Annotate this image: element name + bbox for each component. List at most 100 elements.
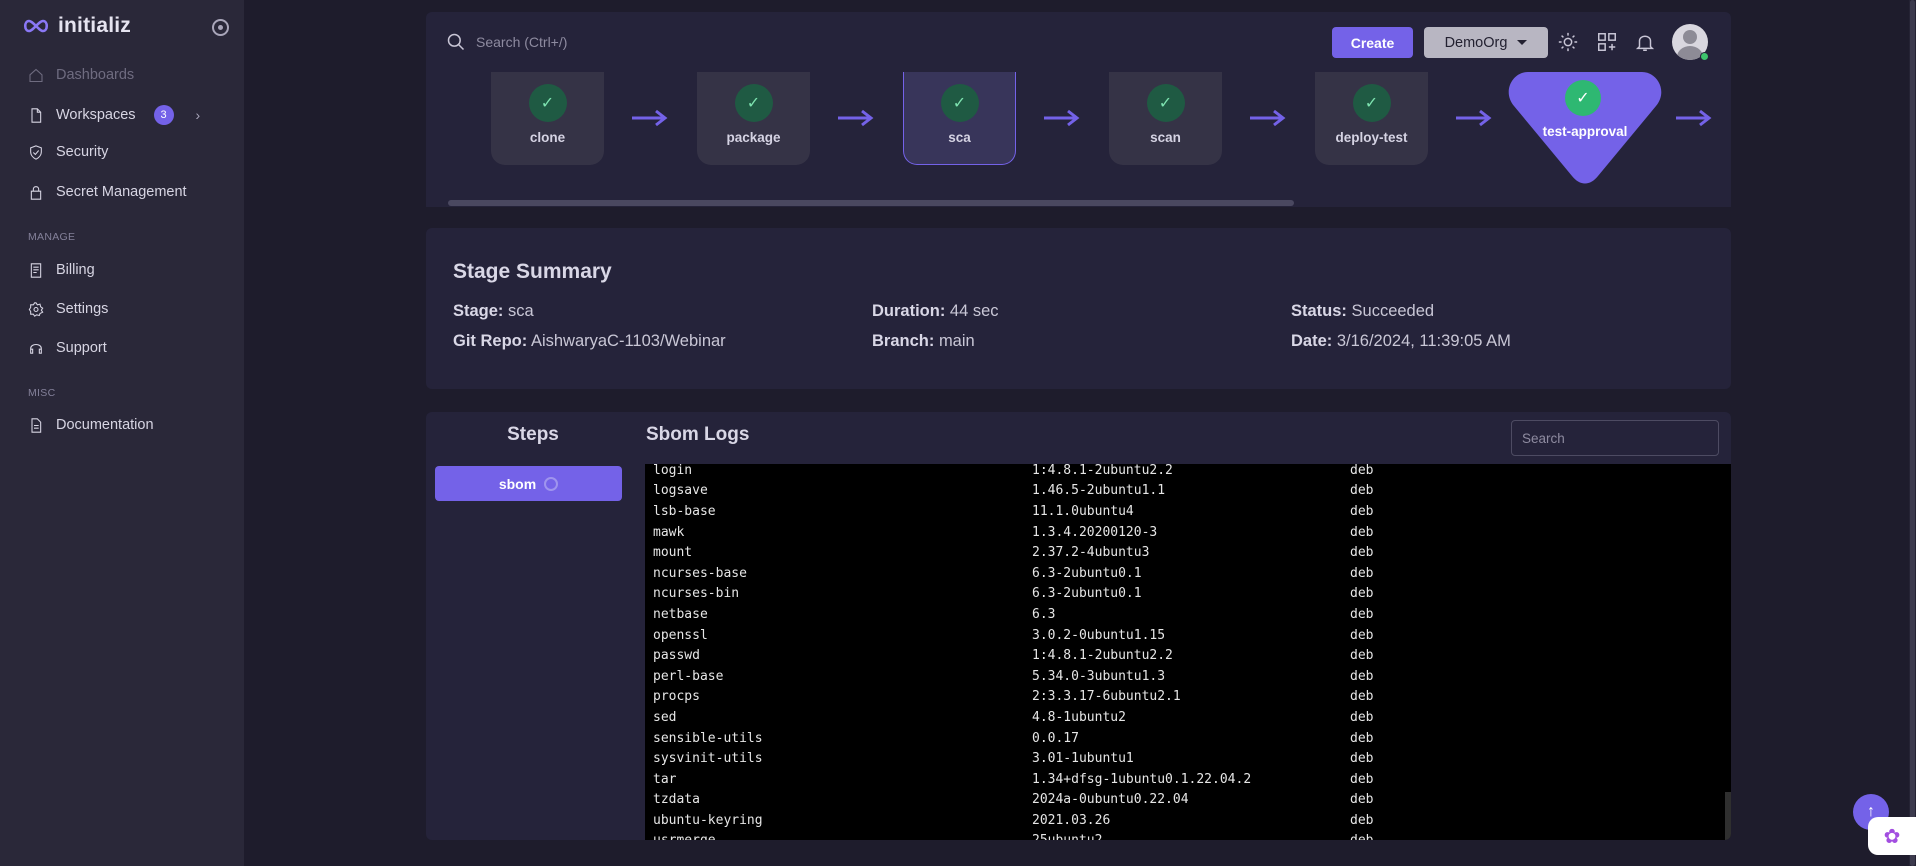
step-sbom-button[interactable]: sbom [435,466,622,501]
package-name: mawk [653,524,685,540]
stage-label: scan [1150,130,1181,145]
arrow-right-icon [1248,108,1288,128]
sidebar-item-settings[interactable]: Settings [28,301,108,317]
misc-section-heading: MISC [28,387,56,399]
arrow-right-icon [1042,108,1082,128]
steps-title: Steps [507,424,559,445]
package-version: 5.34.0-3ubuntu1.3 [1032,668,1166,684]
log-row: sysvinit-utils 3.01-1ubuntu1 deb [653,748,1373,769]
search-icon[interactable] [446,32,466,52]
sidebar-item-documentation[interactable]: Documentation [28,417,154,433]
log-row: tar 1.34+dfsg-1ubuntu0.1.22.04.2 deb [653,769,1373,790]
chevron-right-icon[interactable]: › [196,107,201,123]
package-type: deb [1350,627,1374,643]
stage-clone[interactable]: ✓ clone [491,72,604,165]
org-selector-dropdown[interactable]: DemoOrg [1424,27,1548,58]
log-terminal[interactable]: login 1:4.8.1-2ubuntu2.2 deb logsave 1.46.5-… [645,464,1731,840]
app-logo[interactable]: initializ [22,14,131,38]
stage-label: test-approval [1542,124,1628,139]
sidebar-item-support[interactable]: Support [28,340,107,356]
package-name: login [653,464,693,478]
log-row: usrmerge25ubuntu2deb [653,831,1373,840]
workspaces-count-badge: 3 [153,105,174,125]
steps-logs-card: Steps sbom Sbom Logs login 1:4.8.1-2ubunt… [426,412,1731,840]
log-vertical-scrollbar[interactable] [1725,792,1731,840]
stage-package[interactable]: ✓ package [697,72,810,165]
stage-label: deploy-test [1335,130,1408,145]
package-type: deb [1350,689,1374,705]
page-scrollbar-thumb[interactable] [1910,0,1915,866]
package-version: 2:3.3.17-6ubuntu2.1 [1032,689,1181,705]
sidebar-item-dashboards[interactable]: Dashboards [28,67,134,83]
log-row: netbase 6.3 deb [653,604,1373,625]
sidebar-item-workspaces[interactable]: Workspaces 3 › [28,105,200,125]
theme-sun-icon[interactable] [1557,31,1579,53]
stage-deploy-test[interactable]: ✓ deploy-test [1315,72,1428,165]
log-row: ncurses-base 6.3-2ubuntu0.1 deb [653,563,1373,584]
home-icon [28,67,44,83]
package-name: ncurses-bin [653,586,740,602]
package-version: 3.0.2-0ubuntu1.15 [1032,627,1166,643]
log-row: perl-base 5.34.0-3ubuntu1.3 deb [653,666,1373,687]
log-search-input[interactable] [1511,420,1719,456]
package-version: 6.3-2ubuntu0.1 [1032,565,1142,581]
check-icon: ✓ [528,84,567,122]
ai-assistant-brain-icon[interactable]: ✿ [1868,817,1916,855]
top-bar: Search (Ctrl+/) Create DemoOrg [426,12,1731,72]
log-row: ncurses-bin 6.3-2ubuntu0.1 deb [653,584,1373,605]
sidebar-item-label: Secret Management [56,184,187,200]
package-version: 1.34+dfsg-1ubuntu0.1.22.04.2 [1032,771,1252,787]
sidebar-collapse-icon[interactable] [212,19,229,36]
pipeline-horizontal-scrollbar[interactable] [448,200,1294,206]
package-version: 6.3 [1032,606,1056,622]
package-name: ubuntu-keyring [653,812,763,828]
package-name: usrmerge [653,831,1032,840]
sidebar: initializ Dashboards Workspaces 3 › Secu… [0,0,244,866]
online-status-dot [1700,52,1709,61]
summary-git-repo: Git Repo: AishwaryaC-1103/Webinar [453,332,726,350]
headset-icon [28,340,44,356]
package-name: openssl [653,627,708,643]
package-version: 1:4.8.1-2ubuntu2.2 [1032,648,1173,664]
package-name: perl-base [653,668,724,684]
check-icon: ✓ [1146,84,1185,122]
log-row: lsb-base 11.1.0ubuntu4 deb [653,501,1373,522]
check-icon: ✓ [940,84,979,122]
package-name: sysvinit-utils [653,751,763,767]
log-row: procps 2:3.3.17-6ubuntu2.1 deb [653,687,1373,708]
apps-grid-icon[interactable] [1596,31,1618,53]
package-version: 11.1.0ubuntu4 [1032,503,1134,519]
pipeline-stages: ✓ clone ✓ package ✓ sca ✓ scan ✓ deploy-… [426,72,1731,207]
check-icon: ✓ [1352,84,1391,122]
package-type: deb [1350,464,1374,478]
stage-label: clone [529,130,566,145]
stage-sca[interactable]: ✓ sca [903,72,1016,165]
package-type: deb [1350,565,1374,581]
bell-icon[interactable] [1634,31,1656,53]
arrow-right-icon [630,108,670,128]
org-selector-label: DemoOrg [1444,34,1508,51]
doc-icon [28,417,44,433]
arrow-right-icon [1454,108,1494,128]
log-table: login 1:4.8.1-2ubuntu2.2 deb logsave 1.46.5-… [653,464,1373,840]
package-version: 1.46.5-2ubuntu1.1 [1032,483,1166,499]
log-row: login 1:4.8.1-2ubuntu2.2 deb [653,464,1373,481]
package-name: mount [653,545,693,561]
sidebar-item-security[interactable]: Security [28,144,108,160]
sidebar-item-billing[interactable]: Billing [28,262,95,278]
package-name: passwd [653,648,700,664]
stage-summary-title: Stage Summary [453,260,612,283]
step-label: sbom [498,475,537,492]
package-type: deb [1350,751,1374,767]
global-search-input[interactable]: Search (Ctrl+/) [476,34,567,50]
summary-date: Date: 3/16/2024, 11:39:05 AM [1291,332,1511,350]
file-icon [28,107,44,123]
sidebar-item-label: Billing [56,262,95,278]
create-button[interactable]: Create [1332,27,1413,58]
summary-duration: Duration: 44 sec [872,302,999,320]
stage-scan[interactable]: ✓ scan [1109,72,1222,165]
package-type: deb [1350,503,1374,519]
package-version: 1.3.4.20200120-3 [1032,524,1158,540]
sidebar-item-secret-management[interactable]: Secret Management [28,184,187,200]
shield-icon [28,144,44,160]
